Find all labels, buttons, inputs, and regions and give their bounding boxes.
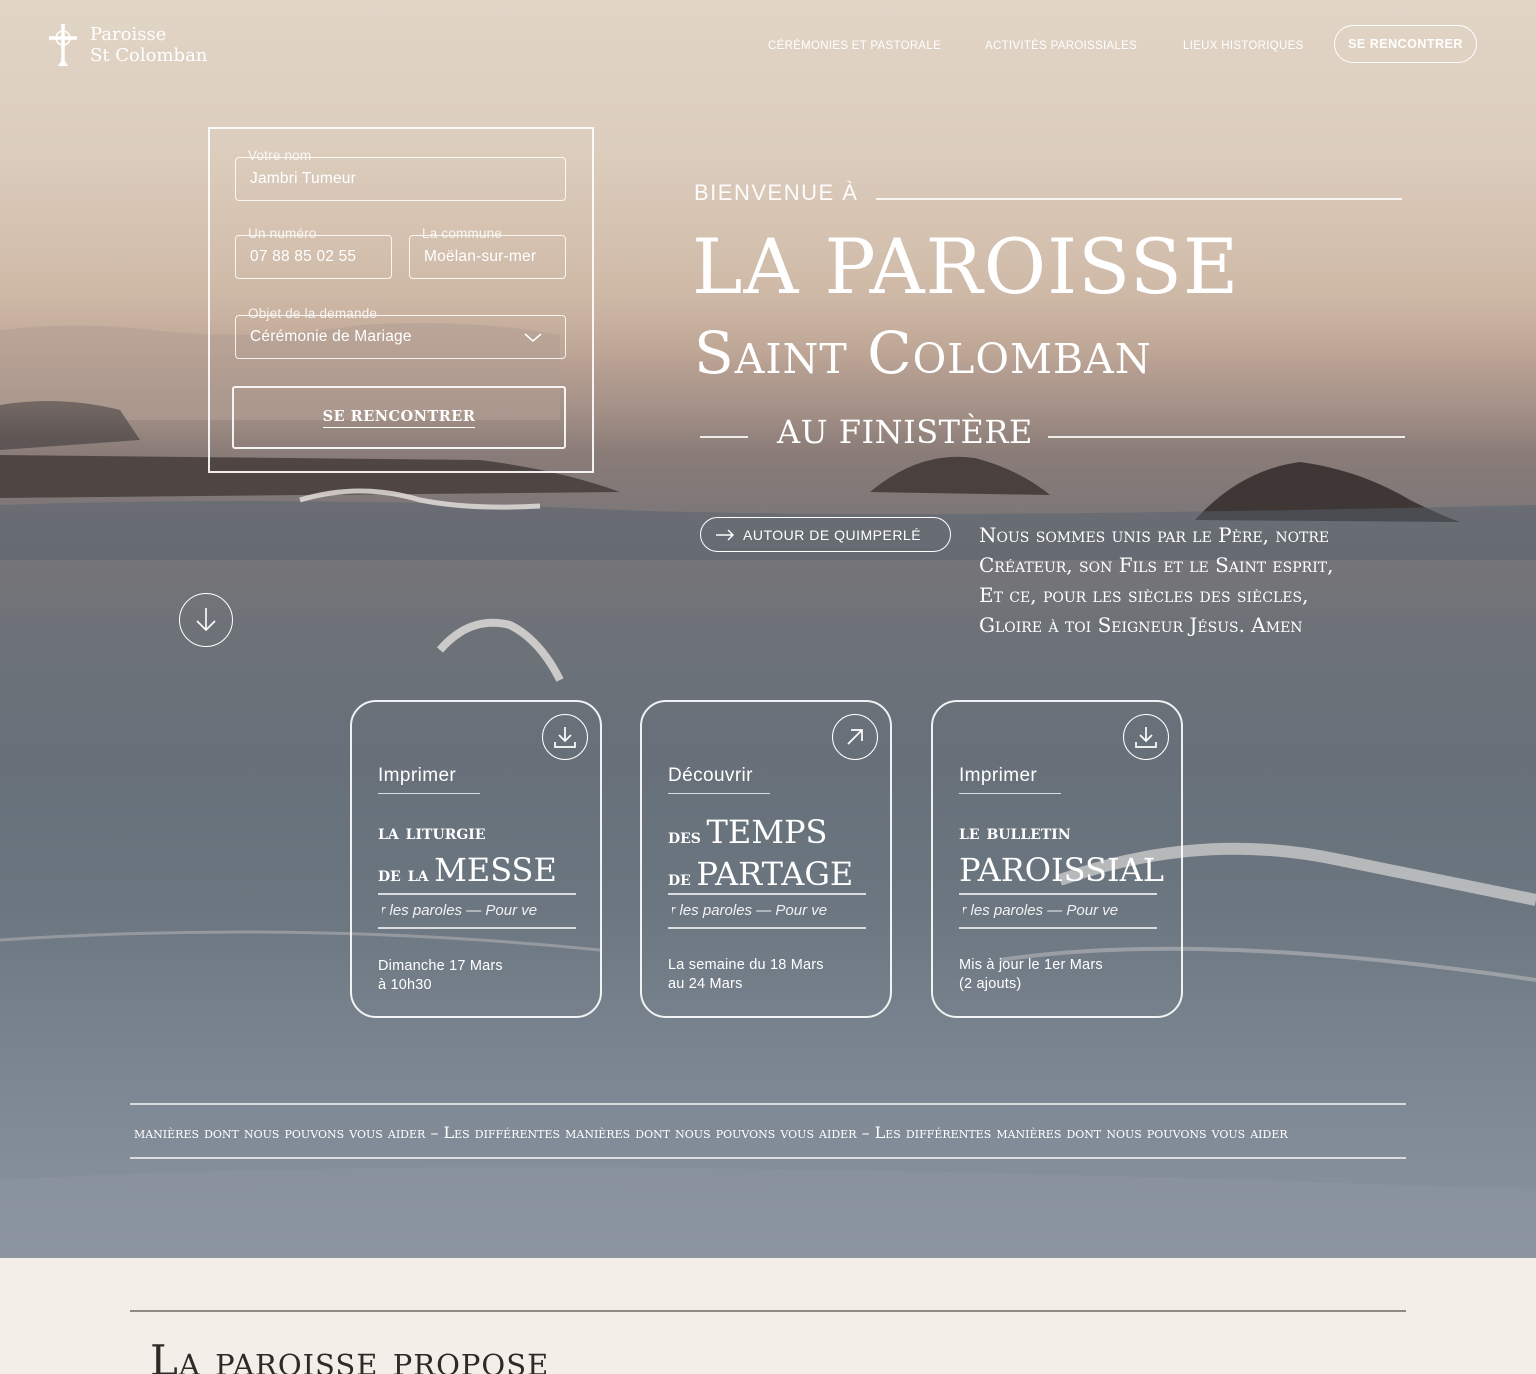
band-divider-top (130, 1103, 1406, 1105)
prayer-text: Nous sommes unis par le Père, notre Créa… (979, 520, 1399, 640)
card-divider (959, 927, 1157, 929)
subject-label: Objet de la demande (248, 306, 378, 321)
card-title-small: le bulletin (959, 820, 1071, 844)
card-info: Mis à jour le 1er Mars (2 ajouts) (959, 957, 1103, 992)
download-icon[interactable] (542, 714, 588, 760)
name-label: Votre nom (248, 148, 312, 163)
card-divider (378, 893, 576, 895)
download-icon[interactable] (1123, 714, 1169, 760)
card-divider (668, 893, 866, 895)
card-marquee: er les paroles — Pour ve (382, 902, 538, 919)
hero-kicker: BIENVENUE À (694, 180, 859, 205)
card-title: la liturgie de la MESSE (378, 814, 557, 894)
logo[interactable]: Paroisse St Colomban (46, 24, 207, 66)
prayer-line: Créateur, son Fils et le Saint esprit, (979, 553, 1334, 577)
services-marquee: érentes manières dont nous pouvons vous … (130, 1118, 1406, 1148)
logo-line2: St Colomban (90, 45, 208, 66)
phone-field[interactable]: 07 88 85 02 55 (235, 235, 392, 279)
nav-lieux[interactable]: LIEUX HISTORIQUES (1183, 40, 1304, 52)
nav-activites[interactable]: ACTIVITÉS PAROISSIALES (985, 40, 1137, 52)
form-submit-button[interactable]: SE RENCONTRER (232, 386, 566, 449)
card-title-small: la liturgie (378, 820, 486, 844)
celtic-cross-icon (49, 24, 77, 66)
hero-title-line1: LA PAROISSE (692, 222, 1240, 311)
prayer-line: Et ce, pour les siècles des siècles, (979, 583, 1309, 607)
location-pill-label: AUTOUR DE QUIMPERLÉ (743, 526, 922, 543)
arrow-down-icon (196, 608, 216, 632)
name-field[interactable]: Jambri Tumeur (235, 157, 566, 201)
band-divider-bottom (130, 1157, 1406, 1159)
logo-text: Paroisse St Colomban (90, 24, 207, 66)
chevron-down-icon (524, 333, 542, 342)
arrow-right-icon (716, 529, 734, 540)
card-title-small: de la (378, 862, 429, 886)
hero-title-line3: AU FINISTÈRE (777, 413, 1033, 451)
town-label: La commune (422, 226, 503, 241)
subject-select[interactable]: Cérémonie de Mariage (235, 315, 566, 359)
card-kicker: Imprimer (378, 765, 480, 794)
nav-ceremonies[interactable]: CÉRÉMONIES ET PASTORALE (768, 40, 941, 52)
card-kicker: Découvrir (668, 765, 770, 794)
card-info: Dimanche 17 Mars à 10h30 (378, 958, 503, 993)
card-title: des TEMPS de PARTAGE (668, 814, 853, 898)
card-title: le bulletin PAROISSIAL (959, 814, 1164, 894)
card-partage[interactable]: Découvrir des TEMPS de PARTAGE er les pa… (640, 700, 892, 1018)
scroll-down-button[interactable] (179, 593, 233, 647)
card-title-large: MESSE (434, 851, 557, 889)
logo-line1: Paroisse (90, 24, 167, 45)
card-marquee: er les paroles — Pour ve (963, 902, 1119, 919)
card-info: La semaine du 18 Mars au 24 Mars (668, 957, 824, 992)
card-liturgie[interactable]: Imprimer la liturgie de la MESSE er les … (350, 700, 602, 1018)
card-divider (668, 927, 866, 929)
hero-title-line2: Saint Colomban (694, 319, 1152, 387)
card-bulletin[interactable]: Imprimer le bulletin PAROISSIAL er les p… (931, 700, 1183, 1018)
prayer-line: Nous sommes unis par le Père, notre (979, 523, 1330, 547)
form-submit-label: SE RENCONTRER (322, 408, 476, 428)
header-meet-button[interactable]: SE RENCONTRER (1334, 25, 1477, 63)
subtitle-divider-right (1048, 436, 1405, 438)
card-title-large: PAROISSIAL (959, 851, 1164, 889)
card-title-small: de (668, 866, 691, 890)
card-title-large: PARTAGE (696, 855, 854, 893)
subtitle-divider-left (700, 436, 748, 438)
card-marquee: er les paroles — Pour ve (672, 902, 828, 919)
kicker-divider (876, 198, 1402, 200)
services-marquee-text: érentes manières dont nous pouvons vous … (130, 1123, 1288, 1142)
phone-label: Un numéro (248, 226, 317, 241)
subject-value: Cérémonie de Mariage (250, 328, 412, 345)
town-field[interactable]: Moëlan-sur-mer (409, 235, 566, 279)
card-title-large: TEMPS (706, 813, 828, 851)
arrow-up-right-icon[interactable] (832, 714, 878, 760)
section-title: La paroisse propose (150, 1336, 550, 1374)
location-pill-button[interactable]: AUTOUR DE QUIMPERLÉ (700, 517, 951, 552)
card-divider (959, 893, 1157, 895)
card-title-small: des (668, 824, 701, 848)
card-kicker: Imprimer (959, 765, 1061, 794)
section-divider (130, 1310, 1406, 1312)
card-divider (378, 927, 576, 929)
prayer-line: Gloire à toi Seigneur Jésus. Amen (979, 613, 1303, 637)
